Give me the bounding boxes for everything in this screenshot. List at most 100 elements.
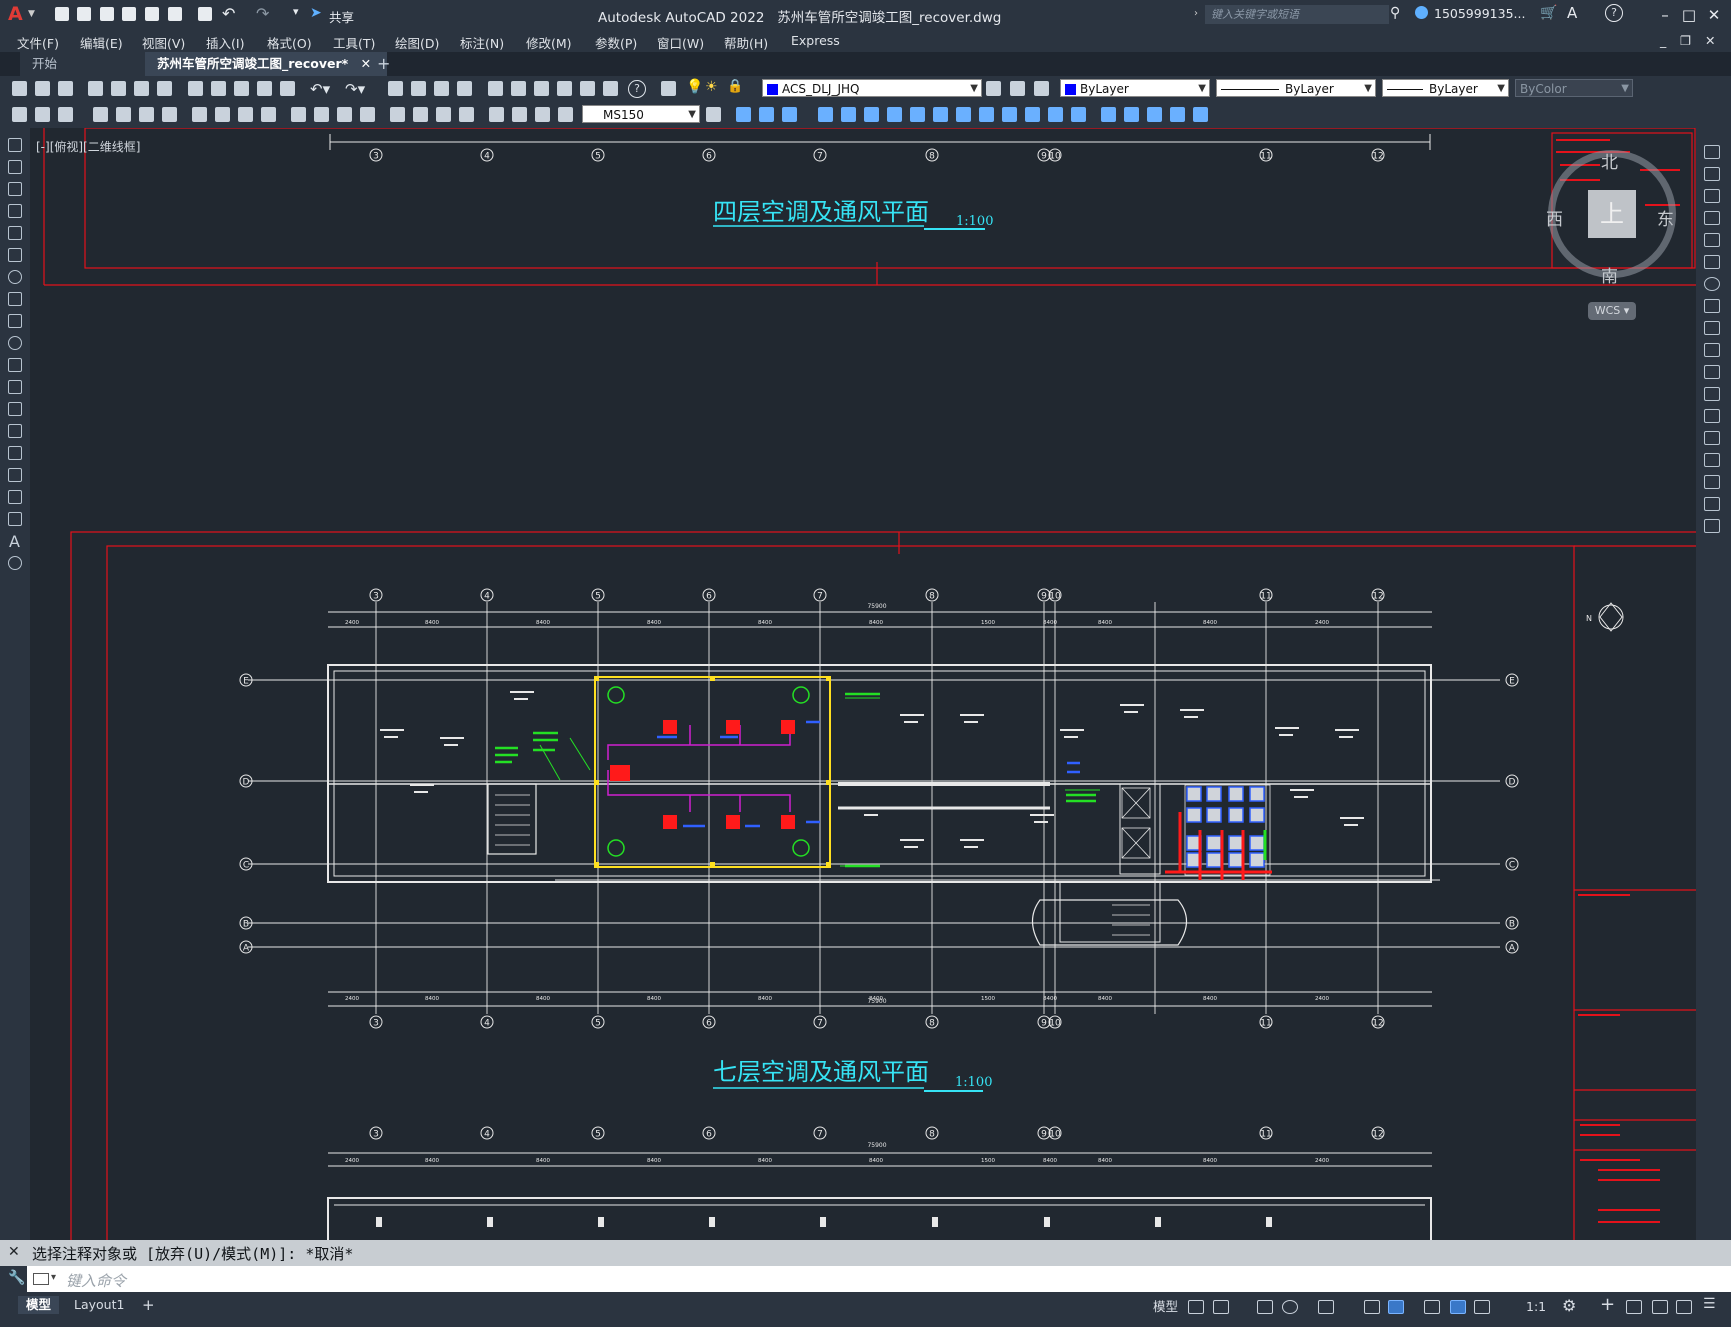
dim-ordinate-icon[interactable] [93, 107, 108, 122]
viewcube-south[interactable]: 南 [1601, 262, 1618, 287]
lineweight-dropdown[interactable]: ByLayer ▼ [1382, 79, 1509, 97]
arc-icon[interactable] [8, 248, 22, 262]
layer-previous-icon[interactable] [1010, 81, 1025, 96]
tool-palettes-icon[interactable] [534, 81, 549, 96]
auto-scale-icon[interactable] [1474, 1300, 1490, 1314]
units-icon[interactable] [1626, 1300, 1642, 1314]
table-icon[interactable] [8, 512, 22, 526]
make-block-icon[interactable] [8, 402, 22, 416]
dim-override-icon[interactable] [535, 107, 550, 122]
dim-diameter-icon[interactable] [162, 107, 177, 122]
menu-tools[interactable]: 工具(T) [333, 33, 375, 52]
add-selected-icon[interactable] [8, 556, 22, 570]
publish-icon[interactable] [134, 81, 149, 96]
dim-break-icon[interactable] [314, 107, 329, 122]
group-edit-icon[interactable] [1147, 107, 1162, 122]
hardware-acceleration-icon[interactable] [1652, 1300, 1668, 1314]
3d-print-icon[interactable] [157, 81, 172, 96]
break-icon[interactable] [979, 107, 994, 122]
close-command-line-icon[interactable]: ✕ [8, 1244, 20, 1260]
dim-linear-icon[interactable] [12, 107, 27, 122]
extend-icon[interactable] [1704, 365, 1720, 379]
undo-icon[interactable]: ↶ [222, 4, 235, 23]
dim-aligned-icon[interactable] [35, 107, 50, 122]
user-icon[interactable] [1415, 6, 1428, 19]
command-input[interactable] [0, 1266, 1731, 1292]
dim-edit-icon[interactable] [436, 107, 451, 122]
paste-icon[interactable] [234, 81, 249, 96]
tolerance-icon[interactable] [337, 107, 352, 122]
zoom-previous-icon[interactable] [457, 81, 472, 96]
dim-space-icon[interactable] [291, 107, 306, 122]
menu-help[interactable]: 帮助(H) [724, 33, 768, 52]
markup-icon[interactable] [580, 81, 595, 96]
fillet-icon[interactable] [1048, 107, 1063, 122]
menu-format[interactable]: 格式(O) [267, 33, 312, 52]
wrench-icon[interactable]: 🔧 [8, 1270, 25, 1286]
ortho-icon[interactable] [1257, 1300, 1273, 1314]
insert-block-icon[interactable] [8, 380, 22, 394]
multiline-text-icon[interactable]: A [9, 532, 20, 551]
region-icon[interactable] [8, 490, 22, 504]
search-icon[interactable]: ⚲ [1390, 5, 1400, 21]
scale-icon[interactable] [1704, 299, 1720, 313]
plotstyle-dropdown[interactable]: ByColor ▼ [1515, 79, 1633, 97]
save-web-icon[interactable] [168, 7, 182, 21]
layer-dropdown[interactable]: ACS_DLJ_JHQ ▼ [762, 79, 982, 97]
layer-properties-icon[interactable] [661, 81, 676, 96]
dimstyle-dropdown[interactable]: MS150 ▼ [582, 105, 700, 123]
blend-curves-icon[interactable] [1704, 497, 1720, 511]
array-icon[interactable] [818, 107, 833, 122]
add-layout-button[interactable]: + [134, 1296, 163, 1314]
viewcube-top-face[interactable]: 上 [1588, 190, 1636, 238]
menu-insert[interactable]: 插入(I) [206, 33, 244, 52]
menu-draw[interactable]: 绘图(D) [395, 33, 439, 52]
new-file-icon[interactable] [55, 7, 69, 21]
dim-angular-icon[interactable] [192, 107, 207, 122]
design-center-icon[interactable] [511, 81, 526, 96]
menu-view[interactable]: 视图(V) [142, 33, 185, 52]
linetype-dropdown[interactable]: ByLayer ▼ [1216, 79, 1376, 97]
mirror-icon[interactable] [1704, 189, 1720, 203]
open-web-icon[interactable] [145, 7, 159, 21]
tab-model[interactable]: 模型 [18, 1296, 60, 1314]
mirror-icon[interactable] [759, 107, 774, 122]
annotation-monitor-icon[interactable]: + [1600, 1294, 1615, 1315]
layer-on-icon[interactable]: 💡 [686, 79, 703, 95]
dim-jogged-icon[interactable] [139, 107, 154, 122]
copy-icon[interactable] [1704, 167, 1720, 181]
ellipse-icon[interactable] [8, 336, 22, 350]
layer-state-icon[interactable] [1034, 81, 1049, 96]
sheet-set-icon[interactable] [557, 81, 572, 96]
polygon-icon[interactable] [8, 204, 22, 218]
match-properties-icon[interactable] [257, 81, 272, 96]
stretch-icon[interactable] [910, 107, 925, 122]
object-snap-tracking-icon[interactable] [1364, 1300, 1380, 1314]
expand-search-icon[interactable]: › [1194, 8, 1198, 19]
open-file-icon[interactable] [77, 7, 91, 21]
annotation-visibility-icon[interactable] [1450, 1300, 1466, 1314]
new-tab-button[interactable]: + [377, 54, 390, 73]
extend-icon[interactable] [956, 107, 971, 122]
open-icon[interactable] [35, 81, 50, 96]
inspection-icon[interactable] [390, 107, 405, 122]
help-icon[interactable]: ? [628, 80, 646, 98]
dim-text-edit-icon[interactable] [459, 107, 474, 122]
plot-icon[interactable] [88, 81, 103, 96]
save-as-icon[interactable] [122, 7, 136, 21]
pan-icon[interactable] [388, 81, 403, 96]
menu-edit[interactable]: 编辑(E) [80, 33, 123, 52]
layer-lock-icon[interactable]: 🔒 [727, 79, 743, 94]
break-at-point-icon[interactable] [1704, 387, 1720, 401]
save-icon[interactable] [100, 7, 114, 21]
polar-tracking-icon[interactable] [1282, 1300, 1298, 1314]
share-label[interactable]: 共享 [329, 7, 354, 26]
recent-commands-icon[interactable] [33, 1273, 49, 1285]
dim-reassociate-icon[interactable] [558, 107, 573, 122]
stretch-icon[interactable] [1704, 321, 1720, 335]
menu-parametric[interactable]: 参数(P) [595, 33, 637, 52]
block-editor-icon[interactable] [280, 81, 295, 96]
save-icon[interactable] [58, 81, 73, 96]
copy-object-icon[interactable] [736, 107, 751, 122]
dim-baseline-icon[interactable] [238, 107, 253, 122]
